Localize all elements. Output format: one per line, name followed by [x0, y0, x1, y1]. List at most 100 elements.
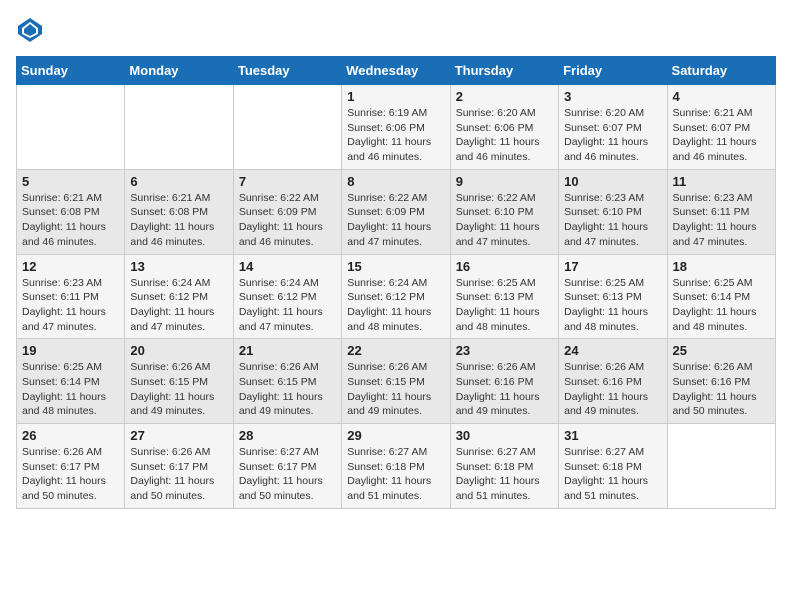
day-info: Sunrise: 6:26 AM Sunset: 6:16 PM Dayligh…	[456, 360, 553, 419]
calendar-cell: 6 Sunrise: 6:21 AM Sunset: 6:08 PM Daylig…	[125, 169, 233, 254]
day-number: 24	[564, 343, 661, 358]
calendar-cell: 23 Sunrise: 6:26 AM Sunset: 6:16 PM Dayli…	[450, 339, 558, 424]
calendar-table: SundayMondayTuesdayWednesdayThursdayFrid…	[16, 56, 776, 509]
calendar-week-row: 12Sunrise: 6:23 AM Sunset: 6:11 PM Dayli…	[17, 254, 776, 339]
day-number: 18	[673, 259, 770, 274]
day-number: 30	[456, 428, 553, 443]
calendar-cell: 11 Sunrise: 6:23 AM Sunset: 6:11 PM Dayli…	[667, 169, 775, 254]
day-number: 14	[239, 259, 336, 274]
day-of-week-header: Sunday	[17, 57, 125, 85]
day-number: 21	[239, 343, 336, 358]
calendar-cell: 10 Sunrise: 6:23 AM Sunset: 6:10 PM Dayli…	[559, 169, 667, 254]
day-of-week-header: Saturday	[667, 57, 775, 85]
calendar-cell: 2 Sunrise: 6:20 AM Sunset: 6:06 PM Daylig…	[450, 85, 558, 170]
day-info: Sunrise: 6:24 AM Sunset: 6:12 PM Dayligh…	[239, 276, 336, 335]
day-number: 20	[130, 343, 227, 358]
day-number: 3	[564, 89, 661, 104]
calendar-cell: 18 Sunrise: 6:25 AM Sunset: 6:14 PM Dayli…	[667, 254, 775, 339]
day-of-week-header: Thursday	[450, 57, 558, 85]
day-number: 23	[456, 343, 553, 358]
day-info: Sunrise: 6:22 AM Sunset: 6:09 PM Dayligh…	[239, 191, 336, 250]
day-info: Sunrise: 6:24 AM Sunset: 6:12 PM Dayligh…	[347, 276, 444, 335]
day-number: 29	[347, 428, 444, 443]
calendar-week-row: 26 Sunrise: 6:26 AM Sunset: 6:17 PM Dayli…	[17, 424, 776, 509]
calendar-cell: 25 Sunrise: 6:26 AM Sunset: 6:16 PM Dayli…	[667, 339, 775, 424]
calendar-cell: 31 Sunrise: 6:27 AM Sunset: 6:18 PM Dayli…	[559, 424, 667, 509]
day-number: 13	[130, 259, 227, 274]
day-number: 17	[564, 259, 661, 274]
day-info: Sunrise: 6:21 AM Sunset: 6:08 PM Dayligh…	[130, 191, 227, 250]
day-info: Sunrise: 6:20 AM Sunset: 6:06 PM Dayligh…	[456, 106, 553, 165]
calendar-cell: 8 Sunrise: 6:22 AM Sunset: 6:09 PM Daylig…	[342, 169, 450, 254]
calendar-cell: 29 Sunrise: 6:27 AM Sunset: 6:18 PM Dayli…	[342, 424, 450, 509]
day-info: Sunrise: 6:26 AM Sunset: 6:15 PM Dayligh…	[130, 360, 227, 419]
calendar-cell	[667, 424, 775, 509]
day-info: Sunrise: 6:26 AM Sunset: 6:16 PM Dayligh…	[564, 360, 661, 419]
day-info: Sunrise: 6:19 AM Sunset: 6:06 PM Dayligh…	[347, 106, 444, 165]
logo	[16, 16, 48, 44]
calendar-cell: 14 Sunrise: 6:24 AM Sunset: 6:12 PM Dayli…	[233, 254, 341, 339]
calendar-cell: 22 Sunrise: 6:26 AM Sunset: 6:15 PM Dayli…	[342, 339, 450, 424]
day-info: Sunrise: 6:22 AM Sunset: 6:09 PM Dayligh…	[347, 191, 444, 250]
calendar-week-row: 19 Sunrise: 6:25 AM Sunset: 6:14 PM Dayli…	[17, 339, 776, 424]
day-info: Sunrise: 6:27 AM Sunset: 6:18 PM Dayligh…	[564, 445, 661, 504]
day-info: Sunrise: 6:27 AM Sunset: 6:18 PM Dayligh…	[347, 445, 444, 504]
calendar-cell: 15 Sunrise: 6:24 AM Sunset: 6:12 PM Dayli…	[342, 254, 450, 339]
calendar-week-row: 1Sunrise: 6:19 AM Sunset: 6:06 PM Daylig…	[17, 85, 776, 170]
day-number: 16	[456, 259, 553, 274]
day-number: 25	[673, 343, 770, 358]
day-number: 6	[130, 174, 227, 189]
day-info: Sunrise: 6:25 AM Sunset: 6:13 PM Dayligh…	[564, 276, 661, 335]
day-info: Sunrise: 6:26 AM Sunset: 6:17 PM Dayligh…	[22, 445, 119, 504]
calendar-cell: 17 Sunrise: 6:25 AM Sunset: 6:13 PM Dayli…	[559, 254, 667, 339]
calendar-cell: 19 Sunrise: 6:25 AM Sunset: 6:14 PM Dayli…	[17, 339, 125, 424]
calendar-cell: 30 Sunrise: 6:27 AM Sunset: 6:18 PM Dayli…	[450, 424, 558, 509]
calendar-cell: 5 Sunrise: 6:21 AM Sunset: 6:08 PM Daylig…	[17, 169, 125, 254]
day-number: 9	[456, 174, 553, 189]
day-number: 2	[456, 89, 553, 104]
day-info: Sunrise: 6:26 AM Sunset: 6:15 PM Dayligh…	[239, 360, 336, 419]
day-info: Sunrise: 6:26 AM Sunset: 6:16 PM Dayligh…	[673, 360, 770, 419]
day-number: 28	[239, 428, 336, 443]
logo-icon	[16, 16, 44, 44]
day-of-week-header: Friday	[559, 57, 667, 85]
calendar-cell: 24 Sunrise: 6:26 AM Sunset: 6:16 PM Dayli…	[559, 339, 667, 424]
calendar-cell: 9 Sunrise: 6:22 AM Sunset: 6:10 PM Daylig…	[450, 169, 558, 254]
day-number: 15	[347, 259, 444, 274]
calendar-cell: 12Sunrise: 6:23 AM Sunset: 6:11 PM Dayli…	[17, 254, 125, 339]
day-info: Sunrise: 6:24 AM Sunset: 6:12 PM Dayligh…	[130, 276, 227, 335]
day-of-week-header: Wednesday	[342, 57, 450, 85]
day-number: 19	[22, 343, 119, 358]
day-info: Sunrise: 6:20 AM Sunset: 6:07 PM Dayligh…	[564, 106, 661, 165]
day-number: 31	[564, 428, 661, 443]
day-number: 11	[673, 174, 770, 189]
day-number: 12	[22, 259, 119, 274]
day-info: Sunrise: 6:21 AM Sunset: 6:07 PM Dayligh…	[673, 106, 770, 165]
calendar-cell	[125, 85, 233, 170]
day-info: Sunrise: 6:22 AM Sunset: 6:10 PM Dayligh…	[456, 191, 553, 250]
calendar-cell: 3 Sunrise: 6:20 AM Sunset: 6:07 PM Daylig…	[559, 85, 667, 170]
calendar-cell: 20 Sunrise: 6:26 AM Sunset: 6:15 PM Dayli…	[125, 339, 233, 424]
day-number: 10	[564, 174, 661, 189]
day-info: Sunrise: 6:21 AM Sunset: 6:08 PM Dayligh…	[22, 191, 119, 250]
calendar-cell: 26 Sunrise: 6:26 AM Sunset: 6:17 PM Dayli…	[17, 424, 125, 509]
calendar-cell: 1Sunrise: 6:19 AM Sunset: 6:06 PM Daylig…	[342, 85, 450, 170]
calendar-cell: 16Sunrise: 6:25 AM Sunset: 6:13 PM Dayli…	[450, 254, 558, 339]
calendar-cell: 28Sunrise: 6:27 AM Sunset: 6:17 PM Dayli…	[233, 424, 341, 509]
day-info: Sunrise: 6:27 AM Sunset: 6:18 PM Dayligh…	[456, 445, 553, 504]
day-number: 8	[347, 174, 444, 189]
calendar-cell: 4Sunrise: 6:21 AM Sunset: 6:07 PM Daylig…	[667, 85, 775, 170]
calendar-header-row: SundayMondayTuesdayWednesdayThursdayFrid…	[17, 57, 776, 85]
day-number: 22	[347, 343, 444, 358]
calendar-cell: 13 Sunrise: 6:24 AM Sunset: 6:12 PM Dayli…	[125, 254, 233, 339]
day-info: Sunrise: 6:25 AM Sunset: 6:14 PM Dayligh…	[22, 360, 119, 419]
day-info: Sunrise: 6:25 AM Sunset: 6:14 PM Dayligh…	[673, 276, 770, 335]
day-number: 5	[22, 174, 119, 189]
day-info: Sunrise: 6:23 AM Sunset: 6:10 PM Dayligh…	[564, 191, 661, 250]
day-number: 27	[130, 428, 227, 443]
day-info: Sunrise: 6:23 AM Sunset: 6:11 PM Dayligh…	[673, 191, 770, 250]
day-number: 26	[22, 428, 119, 443]
day-info: Sunrise: 6:26 AM Sunset: 6:15 PM Dayligh…	[347, 360, 444, 419]
calendar-cell: 7Sunrise: 6:22 AM Sunset: 6:09 PM Daylig…	[233, 169, 341, 254]
calendar-cell: 27Sunrise: 6:26 AM Sunset: 6:17 PM Dayli…	[125, 424, 233, 509]
